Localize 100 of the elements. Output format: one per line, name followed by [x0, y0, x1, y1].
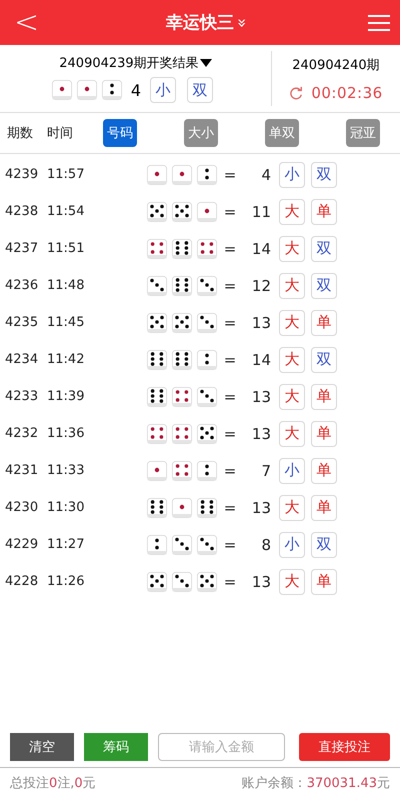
period-cell-text: 4237	[5, 241, 40, 256]
sum-cell-text: 13	[250, 424, 271, 442]
caret-down-icon[interactable]	[200, 59, 212, 67]
equals-sign: =	[222, 240, 238, 258]
equals-sign: =	[222, 424, 238, 442]
result-tag: 大	[279, 346, 305, 372]
countdown-timer: 00:02:36	[311, 84, 383, 102]
sum-cell-text: 7	[260, 462, 271, 480]
chevron-down-icon[interactable]: »	[234, 18, 250, 28]
last-draw-title: 240904239期开奖结果	[59, 55, 199, 72]
period-cell-text: 4235	[5, 315, 40, 330]
time-cell-text: 11:57	[47, 167, 86, 182]
result-tag: 大	[279, 310, 305, 336]
next-draw-title: 240904240期	[292, 56, 380, 74]
equals-sign: =	[222, 536, 238, 554]
result-tag: 大	[279, 420, 305, 446]
time-cell-text: 11:36	[47, 426, 86, 441]
result-tag: 双	[311, 236, 337, 262]
result-tag: 双	[311, 272, 337, 298]
sum-cell-text: 12	[250, 276, 271, 294]
period-cell-text: 4228	[5, 574, 40, 589]
time-cell-text: 11:45	[47, 315, 86, 330]
period-cell-text: 4239	[5, 167, 40, 182]
period-cell-text: 4230	[5, 500, 40, 515]
result-tag: 大	[279, 236, 305, 262]
period-cell-text: 4229	[5, 537, 40, 552]
sum-cell-text: 13	[250, 388, 271, 406]
equals-sign: =	[222, 314, 238, 332]
equals-sign: =	[222, 498, 238, 516]
amount-input[interactable]: 请输入金额	[158, 733, 285, 761]
result-tag: 单	[311, 458, 337, 484]
result-tag: 大	[279, 568, 305, 594]
balance-value: 370031.43	[306, 776, 377, 791]
result-tag: 大	[279, 272, 305, 298]
result-tag: 小	[279, 162, 305, 188]
page-title: 幸运快三	[166, 12, 234, 34]
time-cell-text: 11:42	[47, 352, 86, 367]
time-cell-text: 11:39	[47, 389, 86, 404]
result-tag: 小	[150, 77, 176, 103]
sum-cell-text: 8	[260, 536, 271, 554]
bet-count: 0	[49, 776, 58, 791]
result-tag: 小	[279, 532, 305, 558]
refresh-icon[interactable]	[289, 86, 304, 100]
time-cell-text: 11:51	[47, 241, 86, 256]
balance-label: 账户余额：	[242, 776, 307, 791]
amount-unit: 元	[82, 776, 96, 791]
result-tag: 双	[187, 77, 214, 103]
result-tag: 大	[279, 384, 305, 410]
result-tag: 单	[311, 568, 337, 594]
total-label: 总投注	[10, 776, 49, 791]
sum-cell-text: 4	[260, 166, 271, 184]
result-tag: 单	[311, 310, 337, 336]
bet-unit: 注,	[57, 776, 74, 791]
result-tag: 单	[311, 384, 337, 410]
time-cell-text: 11:27	[47, 537, 86, 552]
chips-button[interactable]: 筹码	[84, 733, 148, 761]
sum-cell-text: 13	[250, 572, 271, 590]
column-tab[interactable]: 单双	[265, 119, 299, 147]
column-tab[interactable]: 冠亚	[346, 119, 380, 147]
equals-sign: =	[222, 166, 238, 184]
result-tag: 单	[311, 494, 337, 520]
time-cell-text: 11:54	[47, 204, 86, 219]
period-cell-text: 4236	[5, 278, 40, 293]
time-cell-text: 11:26	[47, 574, 86, 589]
result-tag: 双	[311, 532, 337, 558]
result-tag: 大	[279, 494, 305, 520]
result-tag: 单	[311, 198, 337, 224]
period-cell-text: 4234	[5, 352, 40, 367]
equals-sign: =	[222, 276, 238, 294]
period-cell-text: 4232	[5, 426, 40, 441]
bet-amount: 0	[74, 776, 83, 791]
period-cell-text: 4238	[5, 204, 40, 219]
sum-cell-text: 14	[250, 240, 271, 258]
balance-unit: 元	[377, 776, 390, 791]
result-tag: 大	[279, 198, 305, 224]
sum-cell-text: 13	[250, 498, 271, 516]
result-tag: 单	[311, 420, 337, 446]
column-header: 期数	[7, 125, 33, 142]
result-tag: 双	[311, 346, 337, 372]
sum-cell-text: 14	[250, 350, 271, 368]
equals-sign: =	[222, 202, 238, 220]
back-button[interactable]: <	[8, 8, 46, 38]
column-tab[interactable]: 号码	[103, 119, 137, 147]
equals-sign: =	[222, 388, 238, 406]
time-cell-text: 11:30	[47, 500, 86, 515]
sum-cell-text: 13	[250, 314, 271, 332]
result-tag: 小	[279, 458, 305, 484]
menu-icon[interactable]	[368, 14, 390, 32]
equals-sign: =	[222, 350, 238, 368]
result-tag: 双	[311, 162, 337, 188]
column-tab[interactable]: 大小	[184, 119, 218, 147]
clear-button[interactable]: 清空	[10, 733, 74, 761]
period-cell-text: 4233	[5, 389, 40, 404]
time-cell-text: 11:48	[47, 278, 86, 293]
period-cell-text: 4231	[5, 463, 40, 478]
equals-sign: =	[222, 462, 238, 480]
bet-button[interactable]: 直接投注	[299, 733, 390, 761]
sum-cell-text: 11	[250, 202, 271, 220]
time-cell-text: 11:33	[47, 463, 86, 478]
column-header: 时间	[47, 125, 73, 142]
